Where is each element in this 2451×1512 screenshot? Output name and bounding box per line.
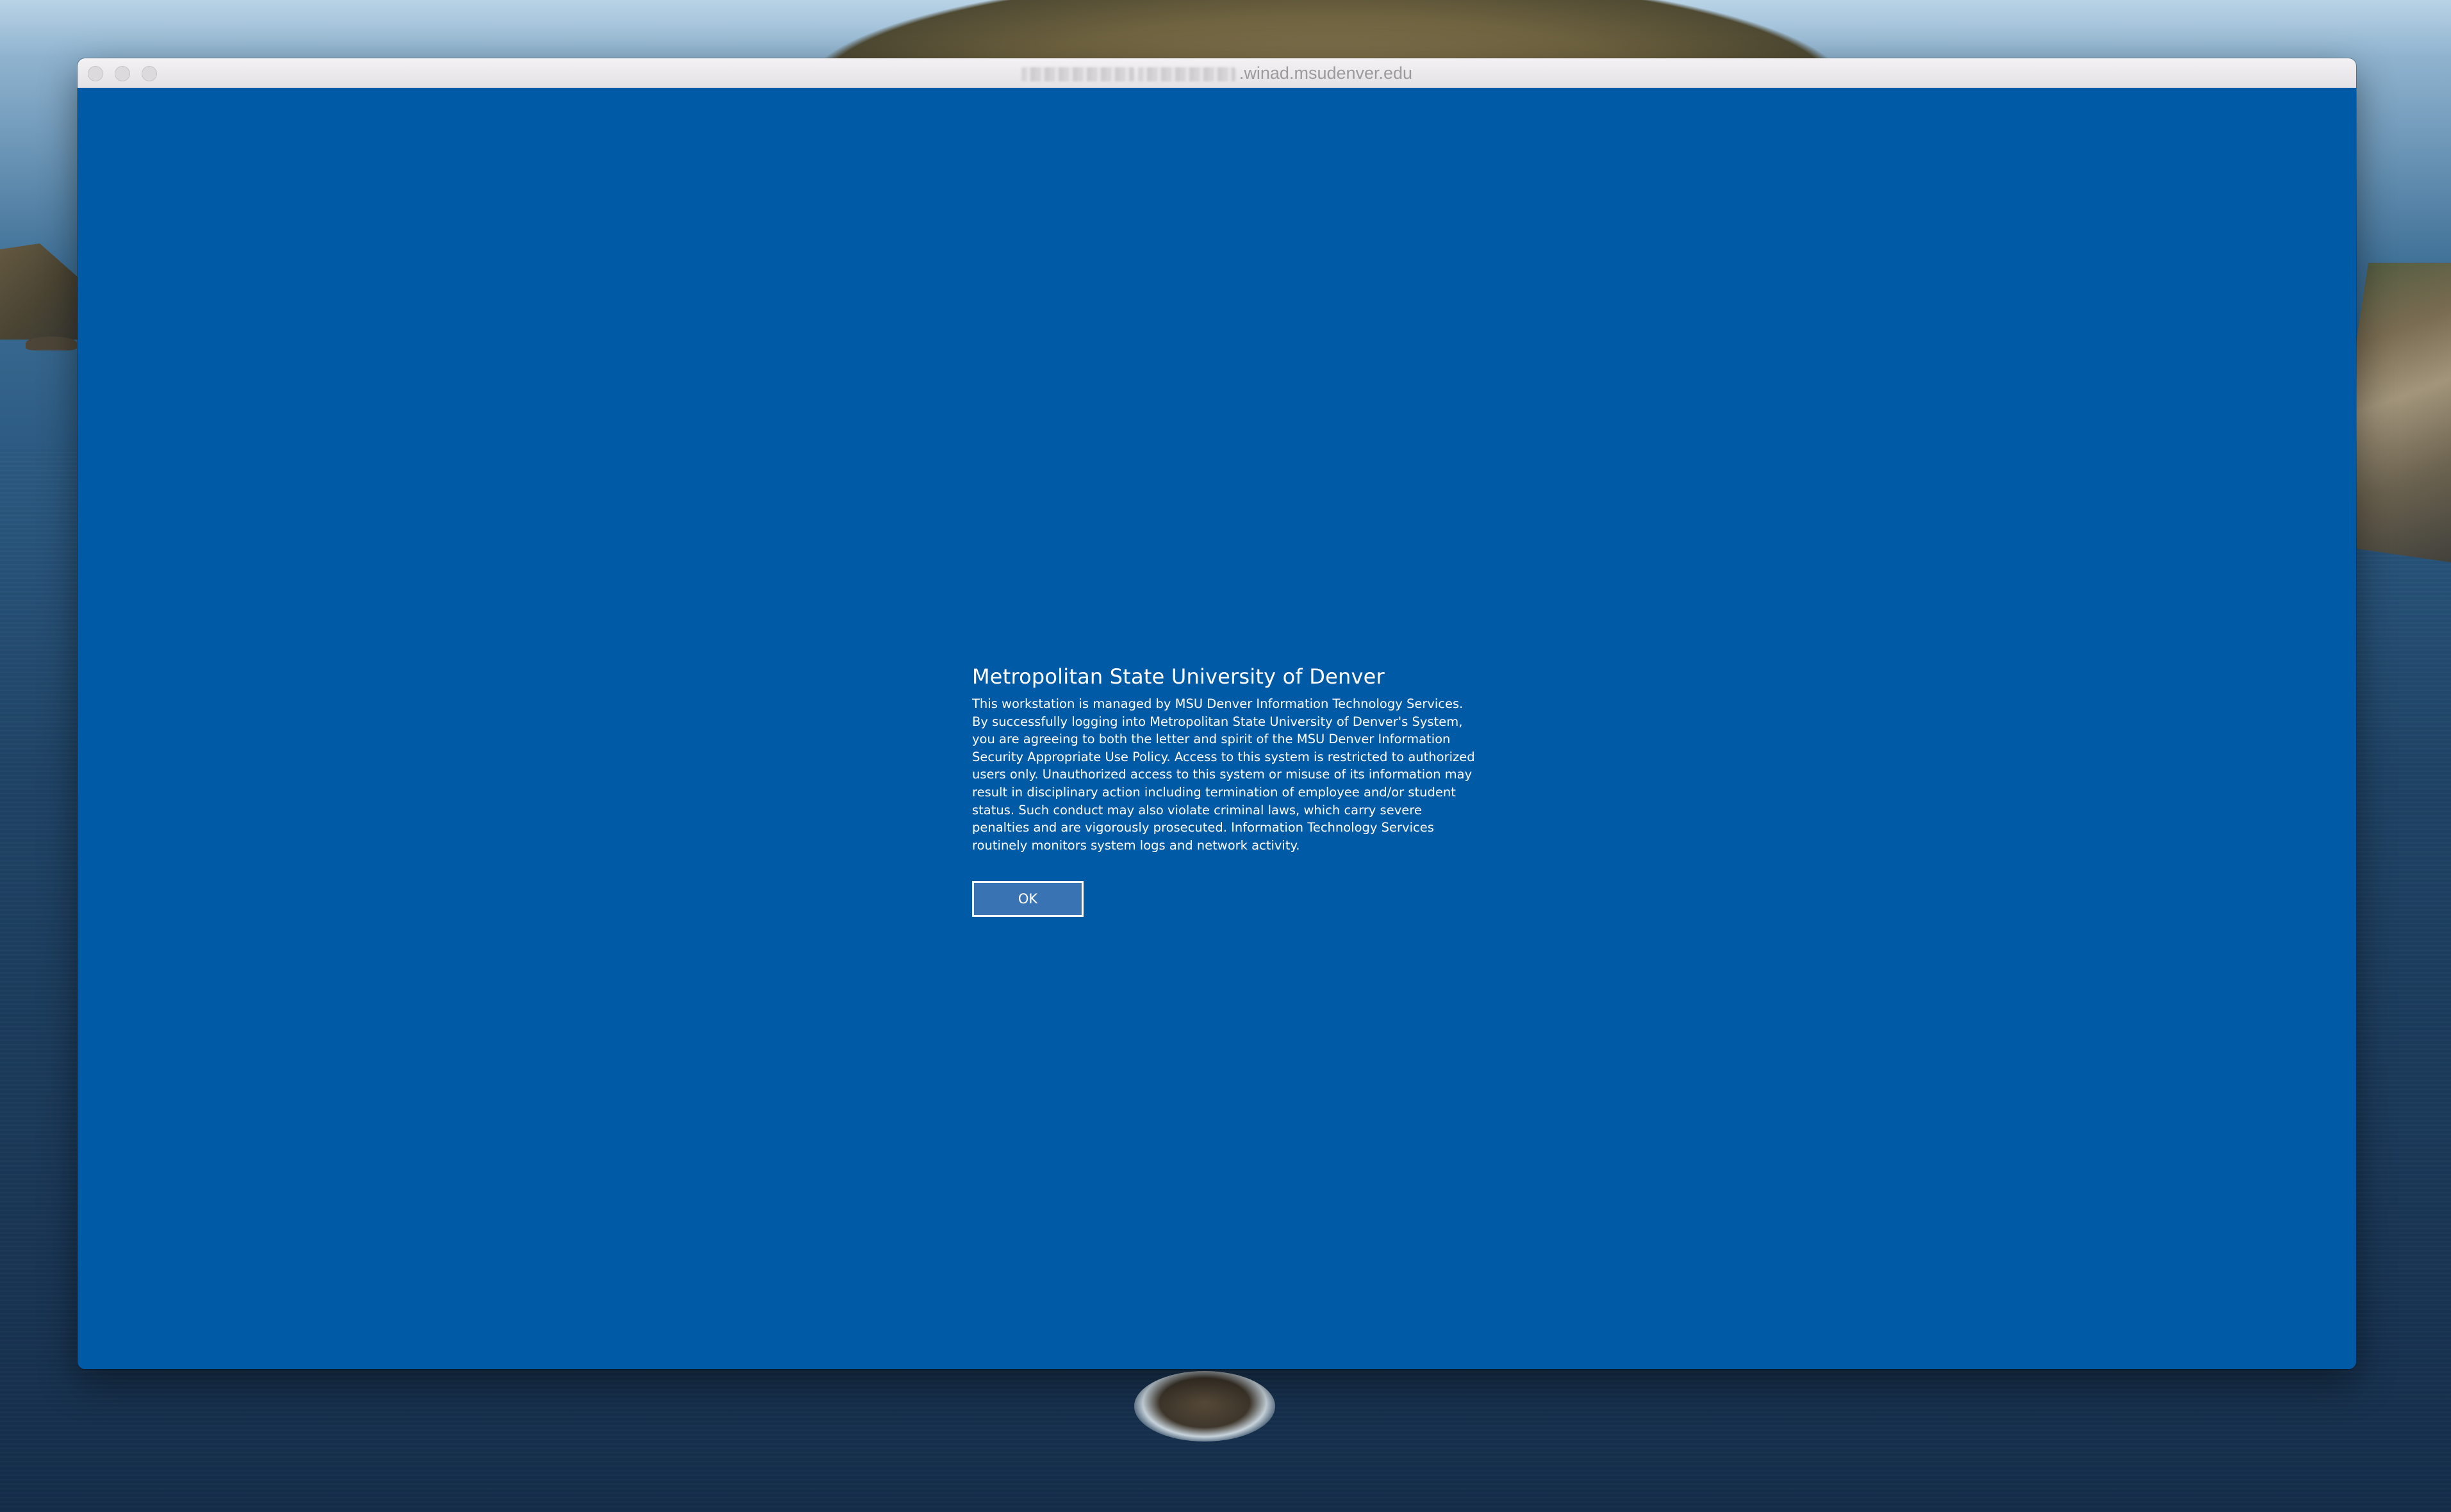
ok-button[interactable]: OK bbox=[972, 881, 1084, 917]
window-titlebar[interactable]: .winad.msudenver.edu bbox=[78, 58, 2356, 88]
notice-title: Metropolitan State University of Denver bbox=[972, 664, 1385, 689]
right-cliff bbox=[2345, 263, 2451, 564]
window-title-domain: .winad.msudenver.edu bbox=[1239, 63, 1413, 83]
redacted-hostname-part bbox=[1021, 67, 1134, 81]
remote-session-screen: Metropolitan State University of Denver … bbox=[78, 88, 2356, 1369]
window-title: .winad.msudenver.edu bbox=[78, 63, 2356, 83]
redacted-hostname-part bbox=[1137, 67, 1235, 81]
sea-rock bbox=[1134, 1371, 1275, 1442]
remote-desktop-window: .winad.msudenver.edu Metropolitan State … bbox=[78, 58, 2356, 1369]
left-cliff bbox=[0, 243, 83, 340]
left-islet bbox=[26, 336, 77, 350]
notice-body: This workstation is managed by MSU Denve… bbox=[972, 696, 1475, 853]
legal-notice: Metropolitan State University of Denver … bbox=[972, 664, 1478, 854]
